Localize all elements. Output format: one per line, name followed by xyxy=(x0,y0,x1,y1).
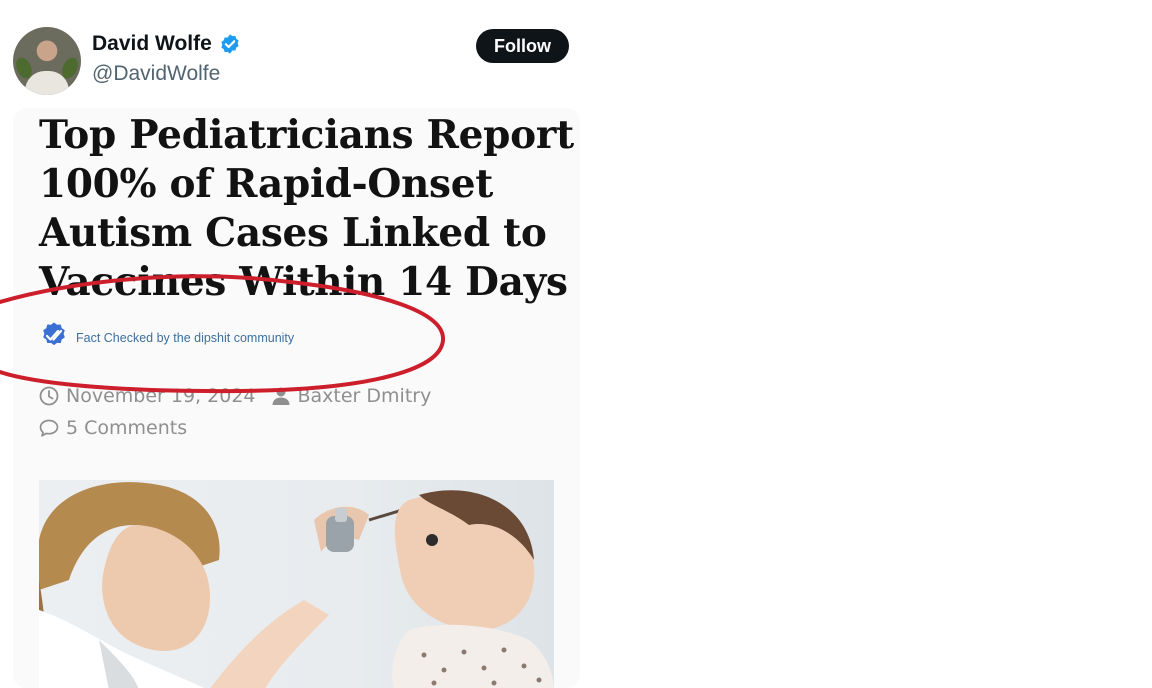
article-author[interactable]: Baxter Dmitry xyxy=(298,385,432,407)
person-icon xyxy=(272,387,289,405)
tweet: David Wolfe @DavidWolfe Follow Top Pedia… xyxy=(0,0,600,688)
doctor-examining-baby-illustration xyxy=(39,482,554,688)
double-check-icon xyxy=(40,321,68,349)
headline-line: Top Pediatricians Report xyxy=(39,112,574,158)
headline-line: Autism Cases Linked to xyxy=(39,210,547,256)
comments-count[interactable]: 5 Comments xyxy=(66,417,187,439)
article-headline: Top Pediatricians Report 100% of Rapid-O… xyxy=(39,111,579,307)
author-name-row[interactable]: David Wolfe xyxy=(92,32,241,56)
article-card[interactable]: Top Pediatricians Report 100% of Rapid-O… xyxy=(13,108,580,688)
clock-icon xyxy=(39,386,59,406)
headline-line: Vaccines Within 14 Days xyxy=(39,259,568,305)
author-handle[interactable]: @DavidWolfe xyxy=(92,62,220,86)
follow-button[interactable]: Follow xyxy=(476,29,569,63)
speech-bubble-icon xyxy=(39,419,59,437)
headline-line: 100% of Rapid-Onset xyxy=(39,161,493,207)
comments-row[interactable]: 5 Comments xyxy=(38,417,187,439)
fact-check-badge: Fact Checked by the dipshit community xyxy=(40,321,294,349)
article-image[interactable] xyxy=(39,480,554,688)
article-meta-row: November 19, 2024 Baxter Dmitry xyxy=(38,385,431,407)
fact-check-label: Fact Checked by the dipshit community xyxy=(76,331,295,345)
verified-badge-icon[interactable] xyxy=(219,33,241,55)
avatar[interactable] xyxy=(13,27,81,95)
author-display-name[interactable]: David Wolfe xyxy=(92,32,212,56)
article-date: November 19, 2024 xyxy=(66,385,256,407)
